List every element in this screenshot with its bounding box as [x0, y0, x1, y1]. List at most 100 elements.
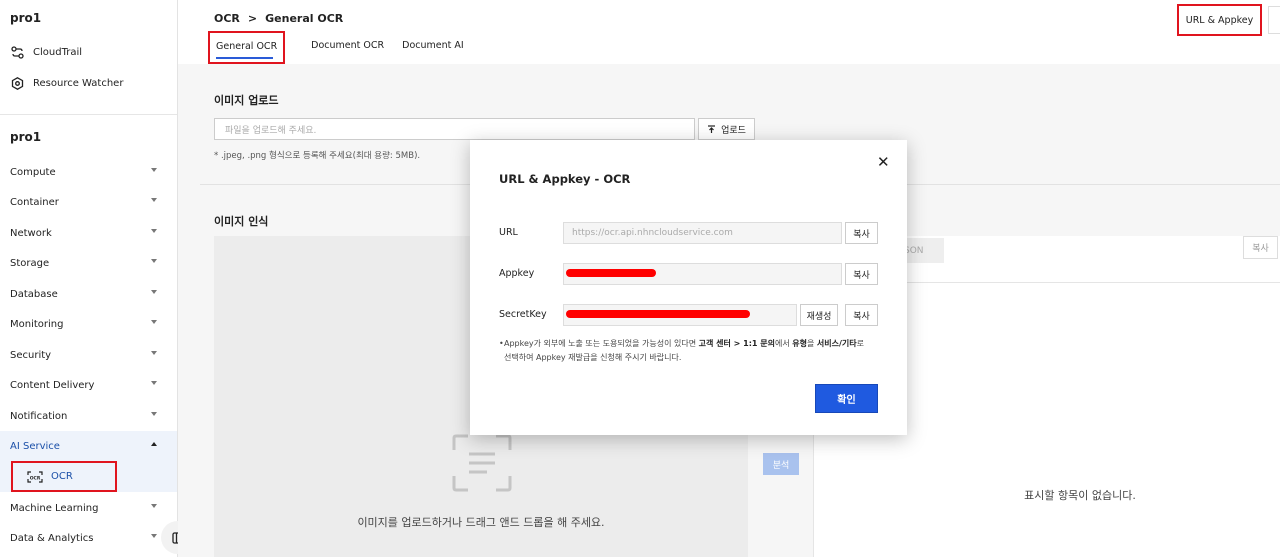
secretkey-label: SecretKey [499, 309, 547, 320]
breadcrumb-separator: > [247, 12, 258, 25]
url-appkey-modal: URL & Appkey - OCR ✕ URL https://ocr.api… [470, 140, 907, 435]
upload-button[interactable]: 업로드 [698, 118, 755, 140]
tab-label: Document AI [402, 40, 464, 51]
url-value: https://ocr.api.nhncloudservice.com [572, 228, 733, 238]
upload-icon [708, 124, 716, 133]
sidebar-item-label: Security [10, 349, 52, 361]
tab-label: Document OCR [311, 40, 385, 51]
sidebar-item-database[interactable]: Database [0, 279, 177, 309]
notice-text: 을 [806, 339, 817, 348]
chevron-down-icon [151, 259, 157, 263]
project-name[interactable]: pro1 [10, 130, 41, 144]
file-upload-input[interactable]: 파일을 업로드해 주세요. [214, 118, 695, 140]
tab-bar: General OCR Document OCR Document AI [208, 31, 482, 64]
sidebar-item-machine-learning[interactable]: Machine Learning [0, 493, 177, 523]
upload-button-label: 업로드 [721, 125, 746, 136]
result-copy-button[interactable]: 복사 [1243, 236, 1278, 259]
url-label: URL [499, 227, 518, 238]
tab-general-ocr[interactable]: General OCR [208, 31, 286, 64]
sidebar-item-label: Database [10, 288, 58, 300]
sidebar-item-monitoring[interactable]: Monitoring [0, 309, 177, 339]
chevron-up-icon [151, 442, 157, 446]
url-field[interactable]: https://ocr.api.nhncloudservice.com [563, 222, 842, 244]
copy-appkey-button[interactable]: 복사 [845, 263, 878, 285]
recognition-section-title: 이미지 인식 [214, 215, 269, 228]
sidebar-item-label: Monitoring [10, 318, 64, 330]
sidebar: pro1 CloudTrail Resource Watcher pro1 Co… [0, 0, 178, 557]
svg-text:OCR: OCR [30, 475, 41, 481]
regenerate-button[interactable]: 재생성 [800, 304, 838, 326]
resource-watcher-icon [10, 76, 24, 90]
redaction-mark [566, 269, 656, 277]
tab-document-ocr[interactable]: Document OCR [311, 31, 384, 64]
chevron-down-icon [151, 320, 157, 324]
sidebar-item-network[interactable]: Network [0, 218, 177, 248]
sidebar-item-data-analytics[interactable]: Data & Analytics [0, 523, 177, 553]
chevron-down-icon [151, 351, 157, 355]
breadcrumb: OCR > General OCR [214, 12, 343, 25]
sidebar-item-label: Storage [10, 257, 50, 269]
appkey-label: Appkey [499, 268, 535, 279]
chevron-down-icon [151, 412, 157, 416]
ocr-icon: OCR [27, 470, 43, 483]
chevron-down-icon [151, 168, 157, 172]
sidebar-subitem-label: OCR [51, 471, 73, 482]
sidebar-item-label: Notification [10, 410, 68, 422]
upload-placeholder: 파일을 업로드해 주세요. [225, 125, 317, 136]
redaction-mark [566, 310, 750, 318]
chevron-down-icon [151, 534, 157, 538]
bullet: • [499, 339, 504, 348]
notice-bold: 서비스/기타 [816, 339, 857, 348]
sidebar-item-resource-watcher[interactable]: Resource Watcher [10, 73, 123, 93]
sidebar-item-ai-service[interactable]: AI Service [0, 431, 177, 461]
sidebar-item-container[interactable]: Container [0, 187, 177, 217]
sidebar-item-compute[interactable]: Compute [0, 157, 177, 187]
notice-text: 선택하여 Appkey 재발급을 신청해 주시기 바랍니다. [504, 353, 682, 362]
project-name-top[interactable]: pro1 [10, 11, 41, 25]
sidebar-item-label: AI Service [10, 440, 60, 452]
notice-text: 에서 [774, 339, 793, 348]
sidebar-item-content-delivery[interactable]: Content Delivery [0, 370, 177, 400]
url-appkey-button[interactable]: URL & Appkey [1177, 4, 1262, 36]
sidebar-item-label: Resource Watcher [33, 77, 124, 89]
chevron-down-icon [151, 504, 157, 508]
sidebar-item-cloudtrail[interactable]: CloudTrail [10, 42, 82, 62]
copy-secretkey-button[interactable]: 복사 [845, 304, 878, 326]
drop-zone-text: 이미지를 업로드하거나 드래그 앤드 드롭을 해 주세요. [357, 516, 605, 529]
modal-title: URL & Appkey - OCR [499, 172, 631, 186]
sidebar-item-label: Compute [10, 166, 56, 178]
upload-hint: * .jpeg, .png 형식으로 등록해 주세요(최대 용량: 5MB). [214, 151, 421, 161]
sidebar-divider [0, 114, 177, 115]
upload-section-title: 이미지 업로드 [214, 94, 279, 107]
tab-label: General OCR [216, 41, 278, 52]
sidebar-item-security[interactable]: Security [0, 340, 177, 370]
document-scan-icon [452, 434, 512, 492]
sidebar-item-label: Network [10, 227, 52, 239]
notice-bold: 유형 [792, 339, 807, 348]
sidebar-subitem-ocr[interactable]: OCR OCR [11, 461, 117, 492]
appkey-notice: • Appkey가 외부에 노출 또는 도용되었을 가능성이 있다면 고객 센터… [499, 337, 884, 365]
sidebar-item-label: Machine Learning [10, 502, 99, 514]
breadcrumb-current: General OCR [265, 12, 344, 25]
confirm-button[interactable]: 확인 [815, 384, 878, 413]
empty-result-text: 표시할 항목이 없습니다. [1024, 489, 1136, 502]
sidebar-item-label: CloudTrail [33, 46, 82, 58]
breadcrumb-item[interactable]: OCR [214, 12, 240, 25]
copy-url-button[interactable]: 복사 [845, 222, 878, 244]
chevron-down-icon [151, 290, 157, 294]
more-button[interactable] [1268, 6, 1280, 34]
sidebar-item-notification[interactable]: Notification [0, 401, 177, 431]
analyze-button[interactable]: 분석 [763, 453, 799, 475]
sidebar-item-label: Container [10, 196, 59, 208]
sidebar-subitem-container: OCR OCR [0, 461, 177, 492]
sidebar-item-storage[interactable]: Storage [0, 248, 177, 278]
chevron-down-icon [151, 381, 157, 385]
tab-document-ai[interactable]: Document AI [402, 31, 464, 64]
chevron-down-icon [151, 198, 157, 202]
sidebar-item-label: Data & Analytics [10, 532, 94, 544]
cloudtrail-icon [10, 45, 24, 59]
active-tab-indicator [216, 57, 274, 59]
chevron-down-icon [151, 229, 157, 233]
notice-text: Appkey가 외부에 노출 또는 도용되었을 가능성이 있다면 [504, 339, 699, 348]
close-icon[interactable]: ✕ [877, 155, 890, 170]
